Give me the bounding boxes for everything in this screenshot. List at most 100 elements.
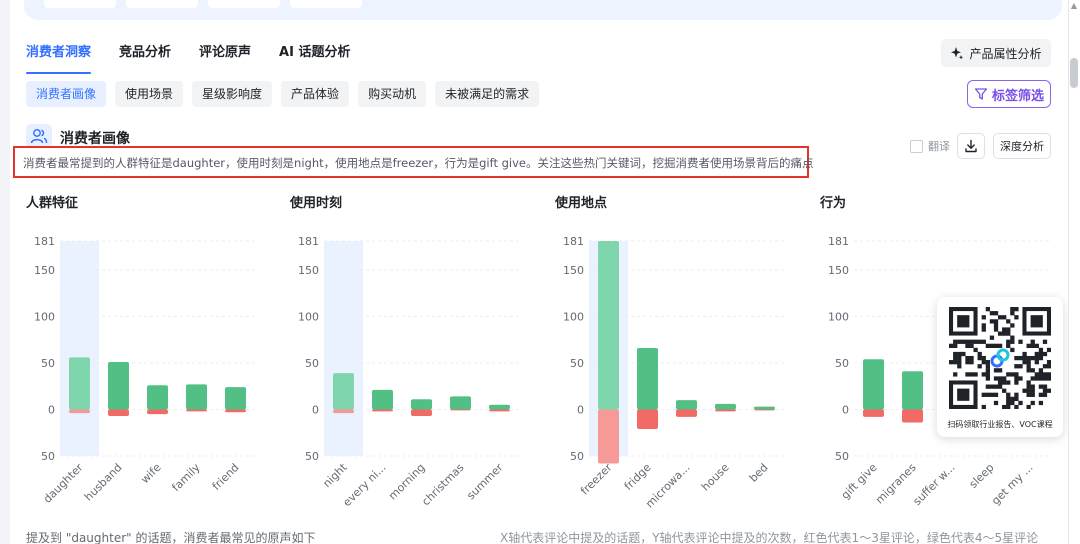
attribute-analysis-label: 产品属性分析 [969, 46, 1042, 61]
chart-0-bar-negative[interactable] [108, 409, 129, 416]
chart-2-ytick: 50 [570, 357, 584, 370]
chart-3-ytick: 181 [828, 235, 849, 248]
chart-1-bar-negative[interactable] [411, 409, 432, 416]
chart-2-bar-positive[interactable] [754, 406, 775, 410]
chart-1-bar-negative[interactable] [333, 409, 354, 414]
chart-3-xtick: sleep [967, 461, 997, 491]
chart-2-xtick: fridge [622, 461, 654, 493]
chart-0-bar-positive[interactable] [225, 387, 246, 410]
chart-legend-note: X轴代表评论中提及的话题，Y轴代表评论中提及的次数，红色代表1～3星评论，绿色代… [500, 531, 1039, 544]
chart-3-bar-positive[interactable] [902, 371, 923, 410]
chart-0-xtick: family [169, 461, 203, 495]
chart-2-bar-negative[interactable] [715, 409, 736, 412]
chart-0-xtick: husband [82, 461, 125, 504]
download-icon [965, 139, 977, 153]
sub-tab-1[interactable]: 使用场景 [115, 81, 184, 107]
chart-0-ytick: 50 [41, 357, 55, 370]
translate-checkbox[interactable] [910, 139, 923, 153]
chart-0-ytick: 0 [48, 403, 55, 416]
chart-moment: 18115010050050nightevery ni...morningchr… [298, 235, 519, 509]
chart-0-bar-positive[interactable] [147, 385, 168, 410]
chart-1-ytick: 50 [305, 450, 319, 463]
top-band-pill [208, 0, 280, 8]
translate-toggle[interactable]: 翻译 [910, 138, 950, 154]
chart-1-bar-negative[interactable] [450, 409, 471, 411]
chart-1-ytick: 50 [305, 357, 319, 370]
window-left-edge [0, 0, 10, 544]
chart-3-ytick: 150 [828, 264, 849, 277]
page-scrollbar[interactable]: ▲ [1068, 0, 1080, 544]
chart-3-bar-negative[interactable] [863, 409, 884, 417]
scroll-up-arrow-icon[interactable]: ▲ [1070, 2, 1078, 10]
attribute-analysis-button[interactable]: 产品属性分析 [941, 39, 1051, 67]
chart-1-bar-positive[interactable] [372, 389, 393, 410]
chart-0-xtick: wife [138, 461, 163, 486]
download-button[interactable] [957, 133, 985, 159]
sparkle-icon [951, 47, 964, 60]
chart-2-bar-positive[interactable] [676, 400, 697, 410]
chart-1-xtick: christmas [419, 461, 466, 508]
chart-2-bar-negative[interactable] [754, 409, 775, 411]
tab-1[interactable]: 竞品分析 [119, 44, 171, 74]
top-band-pill [126, 0, 198, 8]
chart-1-xtick: summer [464, 461, 506, 503]
chart-0-ytick: 50 [41, 450, 55, 463]
chart-2-bar-positive[interactable] [598, 241, 619, 410]
chart-title-location: 使用地点 [555, 196, 608, 211]
chart-0-xtick: friend [210, 461, 242, 493]
chart-0-bar-negative[interactable] [147, 409, 168, 415]
sub-tab-0[interactable]: 消费者画像 [26, 81, 107, 107]
voice-intro-text: 提及到 "daughter" 的话题，消费者最常见的原声如下 [26, 531, 316, 544]
chart-0-bar-positive[interactable] [108, 361, 129, 410]
top-filter-band [24, 0, 1062, 20]
chart-0-ytick: 181 [34, 235, 55, 248]
filter-icon [974, 88, 988, 100]
scrollbar-thumb[interactable] [1070, 58, 1078, 88]
summary-text: 消费者最常提到的人群特征是daughter，使用时刻是night，使用地点是fr… [23, 156, 814, 170]
chart-0-xtick: daughter [41, 461, 86, 506]
chart-1-bar-negative[interactable] [489, 409, 510, 412]
chart-0-bar-negative[interactable] [225, 409, 246, 413]
chart-0-bar-positive[interactable] [69, 357, 90, 410]
chart-2-bar-negative[interactable] [676, 409, 697, 417]
chart-1-xtick: every ni... [340, 461, 388, 509]
chart-3-bar-positive[interactable] [863, 359, 884, 410]
chart-1-bar-negative[interactable] [372, 409, 393, 412]
chart-0-ytick: 100 [34, 310, 55, 323]
qr-code-card[interactable]: 扫码领取行业报告、VOC课程 [937, 297, 1063, 437]
sub-tab-5[interactable]: 未被满足的需求 [435, 81, 540, 107]
sub-tab-2[interactable]: 星级影响度 [192, 81, 273, 107]
chart-2-bar-positive[interactable] [715, 403, 736, 410]
chart-0-bar-positive[interactable] [186, 384, 207, 410]
chart-0-bar-negative[interactable] [69, 409, 90, 414]
tab-2[interactable]: 评论原声 [199, 44, 251, 74]
translate-label: 翻译 [928, 140, 950, 153]
tag-filter-label: 标签筛选 [991, 88, 1044, 104]
chart-1-bar-positive[interactable] [450, 396, 471, 410]
deep-analysis-button[interactable]: 深度分析 [993, 133, 1051, 159]
chart-title-crowd: 人群特征 [26, 196, 79, 211]
tab-0[interactable]: 消费者洞察 [26, 44, 92, 74]
sub-tabs: 消费者画像 使用场景 星级影响度 产品体验 购买动机 未被满足的需求 [26, 81, 540, 107]
sub-tab-4[interactable]: 购买动机 [358, 81, 427, 107]
chart-2-ytick: 0 [577, 403, 584, 416]
consumer-insight-panel: 消费者洞察 竞品分析 评论原声 AI 话题分析 产品属性分析 消费者画像 使用场景 星级影… [10, 0, 1068, 544]
chart-2-ytick: 181 [563, 235, 584, 248]
chart-2-xtick: house [699, 461, 732, 494]
chart-1-bar-positive[interactable] [333, 373, 354, 410]
sub-tab-3[interactable]: 产品体验 [281, 81, 350, 107]
chart-3-bar-negative[interactable] [902, 409, 923, 423]
chart-1-ytick: 181 [298, 235, 319, 248]
chart-2-bar-positive[interactable] [637, 348, 658, 410]
chart-1-bar-positive[interactable] [411, 399, 432, 410]
section-title: 消费者画像 [60, 131, 130, 147]
chart-0-bar-negative[interactable] [186, 409, 207, 412]
tag-filter-button[interactable]: 标签筛选 [967, 80, 1051, 108]
chart-2-bar-negative[interactable] [637, 409, 658, 430]
chart-1-bar-positive[interactable] [489, 404, 510, 410]
tab-3[interactable]: AI 话题分析 [279, 44, 350, 74]
chart-3-ytick: 50 [835, 450, 849, 463]
chart-2-bar-negative[interactable] [598, 409, 619, 464]
users-icon [26, 124, 52, 148]
chart-3-xtick: suffer w... [911, 461, 958, 508]
